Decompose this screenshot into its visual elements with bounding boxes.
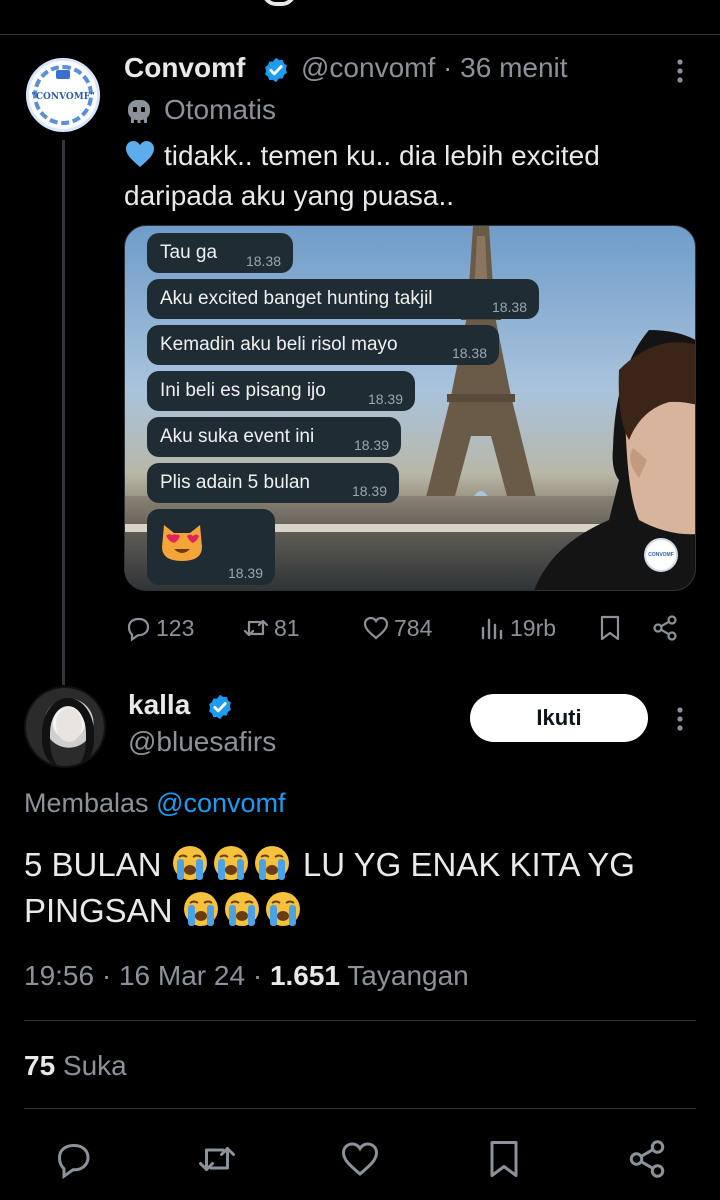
watermark-logo: CONVOMF [644, 538, 678, 572]
share-icon [653, 615, 677, 641]
chat-bubble: Aku excited banget hunting takjil 18.38 [147, 279, 539, 319]
divider [24, 1020, 696, 1021]
bookmark-icon [490, 1141, 518, 1177]
views-count: 1.651 [269, 960, 341, 991]
reply-action[interactable]: 123 [124, 612, 194, 644]
author-name[interactable]: Convomf [124, 52, 245, 84]
chat-bubble-emoji: 18.39 [147, 509, 275, 585]
follow-button[interactable]: Ikuti [470, 694, 648, 742]
verified-badge-icon [265, 57, 287, 83]
loudly-crying-face-icon [224, 892, 259, 926]
reply-text: 5 BULAN LU YG ENAK KITA YG PINGSAN [24, 846, 635, 929]
heart-icon [341, 1142, 379, 1176]
views-icon [481, 618, 503, 640]
loudly-crying-face-icon [265, 892, 300, 926]
chat-bubble: Plis adain 5 bulan 18.39 [147, 463, 399, 503]
divider [24, 1108, 696, 1109]
author-name[interactable]: kalla [128, 689, 190, 721]
views-action[interactable]: 19rb [478, 612, 556, 644]
bookmark-button[interactable] [483, 1138, 525, 1180]
author-handle: @convomf [301, 52, 436, 83]
loudly-crying-face-icon [172, 846, 207, 880]
automated-bot-icon [128, 100, 150, 123]
repost-button[interactable] [196, 1138, 238, 1180]
repost-icon [199, 1147, 235, 1171]
share-action[interactable] [651, 612, 679, 644]
blue-heart-icon [126, 141, 154, 167]
like-action[interactable]: 784 [362, 612, 432, 644]
repost-action[interactable]: 81 [242, 612, 300, 644]
bookmark-icon [600, 615, 620, 641]
avatar-convomf[interactable]: "CONVOMF" [26, 58, 100, 132]
likes-label: Suka [62, 1050, 127, 1081]
separator: · [443, 52, 453, 83]
reply-button[interactable] [52, 1138, 94, 1180]
tweet-image[interactable]: CONVOMF Tau ga 18.38 Aku excited banget … [124, 225, 696, 591]
automated-label: Otomatis [164, 94, 277, 125]
share-icon [629, 1140, 665, 1178]
loudly-crying-face-icon [213, 846, 248, 880]
like-button[interactable] [339, 1138, 381, 1180]
chat-bubble: Kemadin aku beli risol mayo 18.38 [147, 325, 499, 365]
chat-bubble: Aku suka event ini 18.39 [147, 417, 401, 457]
share-button[interactable] [626, 1138, 668, 1180]
views-label: Tayangan [347, 960, 469, 991]
repost-icon [243, 619, 269, 637]
heart-eyes-cat-icon [162, 525, 202, 561]
chat-bubble: Tau ga 18.38 [147, 233, 293, 273]
post-date[interactable]: 16 Mar 24 [119, 960, 245, 991]
loudly-crying-face-icon [183, 892, 218, 926]
timestamp: 36 menit [460, 52, 568, 83]
more-options-icon[interactable] [668, 56, 692, 86]
reply-icon [57, 1144, 90, 1180]
reply-icon [127, 617, 150, 642]
bookmark-action[interactable] [596, 612, 624, 644]
tweet-text: tidakk.. temen ku.. dia lebih excited da… [124, 140, 600, 211]
heart-icon [363, 616, 389, 640]
loudly-crying-face-icon [254, 846, 289, 880]
cut-off-header [0, 0, 720, 6]
thread-connector-line [62, 140, 65, 685]
author-handle-and-time[interactable]: @convomf · 36 menit [301, 52, 568, 84]
likes-summary[interactable]: 75 Suka [24, 1050, 127, 1082]
divider [0, 34, 720, 35]
author-handle[interactable]: @bluesafirs [128, 726, 276, 758]
likes-count: 75 [24, 1050, 56, 1081]
replying-to: Membalas @convomf [24, 788, 286, 818]
verified-badge-icon [209, 694, 231, 720]
post-time[interactable]: 19:56 [24, 960, 94, 991]
replying-to-link[interactable]: @convomf [156, 788, 285, 818]
avatar-kalla[interactable] [24, 686, 106, 768]
tweet-meta: 19:56 · 16 Mar 24 · 1.651 Tayangan [24, 960, 469, 991]
more-options-icon[interactable] [668, 704, 692, 734]
chat-bubble: Ini beli es pisang ijo 18.39 [147, 371, 415, 411]
